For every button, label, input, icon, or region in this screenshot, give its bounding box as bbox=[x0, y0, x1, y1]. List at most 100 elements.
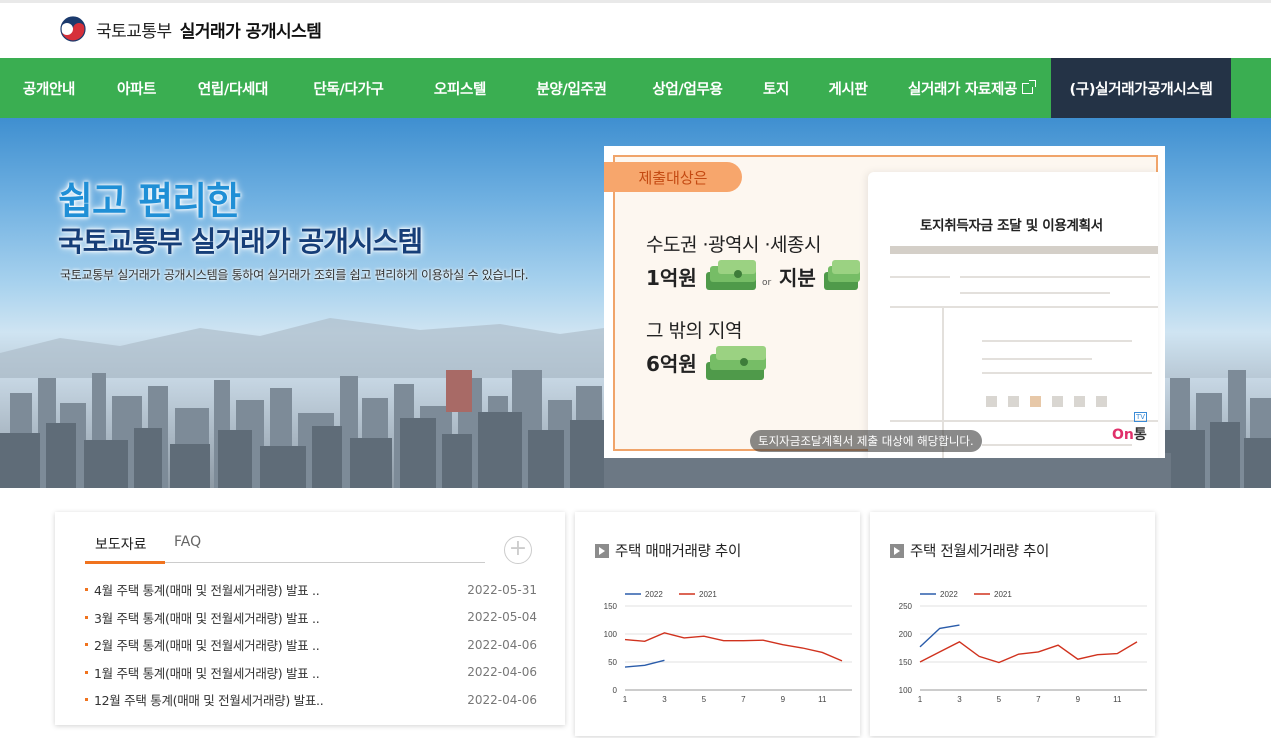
document-line bbox=[982, 340, 1132, 342]
rent-volume-chart-panel: 주택 전월세거래량 추이 100 150 200 250 1 3 5 7 9 11 2022 2021 bbox=[870, 512, 1155, 736]
rent-volume-chart: 100 150 200 250 1 3 5 7 9 11 2022 2021 bbox=[899, 590, 1147, 704]
news-title-text: 1월 주택 통계(매매 및 전월세거래량) 발표 .. bbox=[94, 665, 320, 681]
y-tick-label: 200 bbox=[899, 630, 913, 639]
legend-label: 2021 bbox=[994, 590, 1012, 599]
chart-title: 주택 매매거래량 추이 bbox=[615, 544, 741, 560]
news-title-text: 4월 주택 통계(매매 및 전월세거래량) 발표 .. bbox=[94, 583, 320, 599]
nav-label: 토지 bbox=[762, 81, 790, 98]
y-tick-label: 0 bbox=[613, 686, 618, 695]
document-illustration: 토지취득자금 조달 및 이용계획서 bbox=[868, 172, 1158, 458]
nav-label: 실거래가 자료제공 bbox=[907, 81, 1018, 98]
taegeuk-emblem-icon bbox=[58, 14, 88, 44]
nav-label: (구)실거래가공개시스템 bbox=[1069, 81, 1213, 98]
sales-volume-chart-panel: 주택 매매거래량 추이 0 50 100 150 1 3 5 7 9 11 2022 2021 bbox=[575, 512, 860, 736]
target-badge: 제출대상은 bbox=[604, 162, 742, 192]
nav-label: 게시판 bbox=[828, 81, 868, 98]
chart-header[interactable]: 주택 전월세거래량 추이 bbox=[890, 540, 1049, 561]
news-title: 3월 주택 통계(매매 및 전월세거래량) 발표 .. bbox=[85, 608, 320, 627]
nav-item-detached[interactable]: 단독/다가구 bbox=[291, 58, 406, 118]
share-label: 지분 bbox=[779, 266, 816, 290]
nav-item-rowhouse[interactable]: 연립/다세대 bbox=[175, 58, 291, 118]
y-tick-label: 150 bbox=[604, 602, 618, 611]
video-caption: 토지자금조달계획서 제출 대상에 해당합니다. bbox=[750, 430, 982, 452]
y-tick-label: 250 bbox=[899, 602, 913, 611]
news-date: 2022-05-04 bbox=[467, 610, 537, 625]
checkbox-illustration bbox=[1074, 396, 1085, 407]
y-tick-label: 50 bbox=[608, 658, 617, 667]
news-title-text: 12월 주택 통계(매매 및 전월세거래량) 발표.. bbox=[94, 693, 324, 709]
metro-region-text: 수도권 ·광역시 ·세종시 bbox=[646, 234, 821, 256]
document-line bbox=[982, 444, 1132, 446]
hero-title-line1: 쉽고 편리한 bbox=[58, 179, 241, 223]
site-header: 국토교통부 실거래가 공개시스템 bbox=[0, 3, 1271, 58]
legend-label: 2022 bbox=[940, 590, 958, 599]
legend-label: 2021 bbox=[699, 590, 717, 599]
nav-label: 상업/업무용 bbox=[652, 81, 723, 98]
y-tick-label: 100 bbox=[899, 686, 913, 695]
tab-press-release[interactable]: 보도자료 bbox=[95, 534, 147, 554]
x-tick-label: 9 bbox=[781, 695, 786, 704]
nav-item-data-provision[interactable]: 실거래가 자료제공 bbox=[890, 58, 1051, 118]
other-region-text: 그 밖의 지역 bbox=[646, 320, 742, 342]
document-line bbox=[960, 292, 1110, 294]
amount-other: 6억원 bbox=[646, 352, 697, 376]
series-line-2022 bbox=[919, 624, 960, 648]
news-item[interactable]: 12월 주택 통계(매매 및 전월세거래량) 발표.. 2022-04-06 bbox=[85, 686, 537, 714]
nav-item-board[interactable]: 게시판 bbox=[806, 58, 890, 118]
tab-faq[interactable]: FAQ bbox=[174, 534, 201, 550]
bullet-icon bbox=[85, 643, 88, 647]
news-date: 2022-04-06 bbox=[467, 692, 537, 707]
news-date: 2022-04-06 bbox=[467, 665, 537, 680]
or-label: or bbox=[762, 278, 772, 288]
series-line-2021 bbox=[919, 641, 1138, 664]
nav-label: 아파트 bbox=[116, 81, 157, 98]
x-tick-label: 7 bbox=[741, 695, 746, 704]
more-button[interactable]: + bbox=[504, 536, 532, 564]
document-divider bbox=[890, 246, 1158, 254]
money-stack-icon bbox=[706, 346, 766, 380]
series-line-2022 bbox=[624, 659, 665, 668]
brand-on: On bbox=[1112, 427, 1134, 443]
news-item[interactable]: 4월 주택 통계(매매 및 전월세거래량) 발표 .. 2022-05-31 bbox=[85, 576, 537, 604]
news-item[interactable]: 2월 주택 통계(매매 및 전월세거래량) 발표 .. 2022-04-06 bbox=[85, 631, 537, 659]
chart-header[interactable]: 주택 매매거래량 추이 bbox=[595, 540, 741, 561]
x-tick-label: 1 bbox=[623, 695, 628, 704]
money-stack-icon bbox=[706, 260, 756, 290]
amount-metro: 1억원 bbox=[646, 266, 697, 290]
x-tick-label: 11 bbox=[1113, 695, 1122, 704]
x-tick-label: 5 bbox=[997, 695, 1002, 704]
hero-description: 국토교통부 실거래가 공개시스템을 통하여 실거래가 조회를 쉽고 편리하게 이… bbox=[60, 268, 529, 282]
news-title: 2월 주택 통계(매매 및 전월세거래량) 발표 .. bbox=[85, 635, 320, 654]
nav-item-commercial[interactable]: 상업/업무용 bbox=[629, 58, 746, 118]
x-tick-label: 1 bbox=[918, 695, 923, 704]
nav-item-land[interactable]: 토지 bbox=[746, 58, 806, 118]
ontong-logo: On통 bbox=[1112, 424, 1147, 444]
nav-label: 오피스텔 bbox=[433, 81, 487, 98]
news-item[interactable]: 1월 주택 통계(매매 및 전월세거래량) 발표 .. 2022-04-06 bbox=[85, 659, 537, 687]
active-tab-indicator bbox=[85, 561, 165, 564]
nav-item-presale[interactable]: 분양/입주권 bbox=[514, 58, 629, 118]
sales-volume-chart: 0 50 100 150 1 3 5 7 9 11 2022 2021 bbox=[604, 590, 852, 704]
news-item[interactable]: 3월 주택 통계(매매 및 전월세거래량) 발표 .. 2022-05-04 bbox=[85, 604, 537, 632]
x-tick-label: 3 bbox=[662, 695, 667, 704]
nav-item-guide[interactable]: 공개안내 bbox=[0, 58, 98, 118]
ministry-name: 국토교통부 bbox=[96, 21, 172, 42]
news-date: 2022-05-31 bbox=[467, 582, 537, 597]
promo-video[interactable]: 제출대상은 수도권 ·광역시 ·세종시 1억원 or 지분 그 밖의 지역 6억… bbox=[604, 146, 1165, 458]
document-line bbox=[890, 306, 1158, 308]
nav-label: 단독/다가구 bbox=[313, 81, 384, 98]
site-logo[interactable]: 국토교통부 실거래가 공개시스템 bbox=[58, 13, 322, 45]
x-tick-label: 5 bbox=[702, 695, 707, 704]
series-line-2021 bbox=[624, 632, 843, 662]
nav-item-officetel[interactable]: 오피스텔 bbox=[406, 58, 514, 118]
nav-item-apartment[interactable]: 아파트 bbox=[98, 58, 175, 118]
main-nav: 공개안내 아파트 연립/다세대 단독/다가구 오피스텔 분양/입주권 상업/업무… bbox=[0, 58, 1271, 118]
bullet-icon bbox=[85, 615, 88, 619]
x-tick-label: 9 bbox=[1076, 695, 1081, 704]
document-line bbox=[960, 276, 1150, 278]
brand-tv-badge: TV bbox=[1134, 412, 1148, 422]
x-tick-label: 7 bbox=[1036, 695, 1041, 704]
nav-item-old-system[interactable]: (구)실거래가공개시스템 bbox=[1051, 58, 1231, 118]
news-panel: 보도자료 FAQ + 4월 주택 통계(매매 및 전월세거래량) 발표 .. 2… bbox=[55, 512, 565, 725]
document-line bbox=[890, 276, 950, 278]
